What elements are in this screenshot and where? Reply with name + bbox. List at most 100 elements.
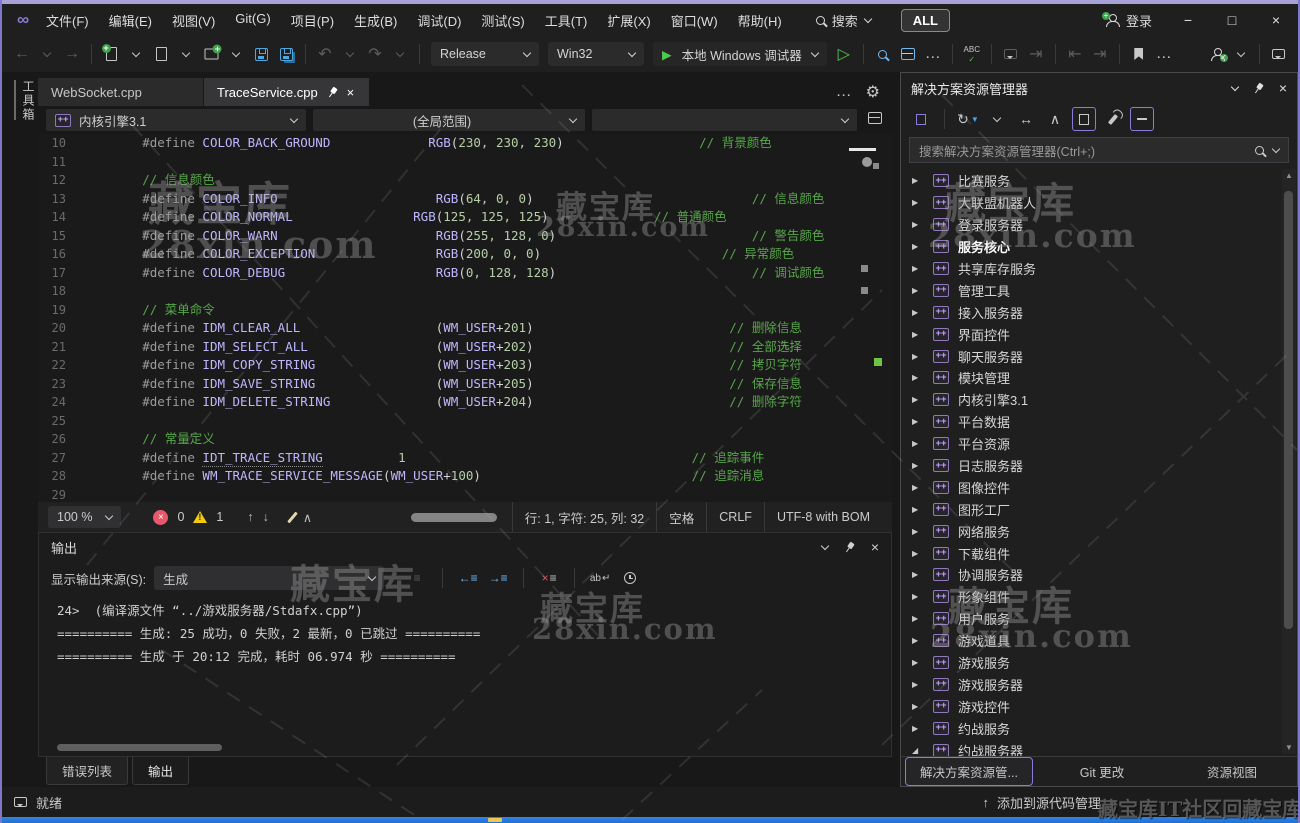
panel-position-chevron-icon[interactable] (1231, 82, 1239, 90)
tree-item-游戏道具[interactable]: ▶++游戏道具 (901, 630, 1297, 652)
menu-item-生成(B)[interactable]: 生成(B) (344, 5, 407, 36)
solution-platform-dropdown[interactable]: Win32 (548, 42, 644, 66)
output-horizontal-scrollbar[interactable] (57, 744, 222, 751)
expander-collapsed-icon[interactable]: ▶ (912, 220, 924, 229)
save-button[interactable] (249, 42, 273, 66)
expander-collapsed-icon[interactable]: ▶ (912, 330, 924, 339)
code-line[interactable]: 25 (38, 412, 892, 431)
expander-collapsed-icon[interactable]: ▶ (912, 439, 924, 448)
code-line[interactable]: 19 // 菜单命令 (38, 301, 892, 320)
scroll-down-icon[interactable]: ▼ (1284, 743, 1294, 752)
menu-item-调试(D)[interactable]: 调试(D) (407, 5, 471, 36)
error-count-icon[interactable]: × (153, 510, 168, 525)
menu-item-工具(T)[interactable]: 工具(T) (535, 5, 598, 36)
expander-collapsed-icon[interactable]: ▶ (912, 242, 924, 251)
document-tab-TraceService.cpp[interactable]: TraceService.cpp× (204, 78, 369, 106)
expander-collapsed-icon[interactable]: ▶ (912, 395, 924, 404)
live-share-button[interactable] (896, 42, 920, 66)
code-line[interactable]: 21 #define IDM_SELECT_ALL (WM_USER+202) … (38, 338, 892, 357)
pin-panel-icon[interactable] (1251, 80, 1266, 95)
sync-selection-button[interactable]: ↔ (1014, 107, 1038, 131)
clear-all-output-icon[interactable]: ×≡ (538, 567, 560, 589)
timestamp-icon[interactable] (619, 567, 641, 589)
minimize-button[interactable]: − (1166, 4, 1210, 36)
menu-item-窗口(W)[interactable]: 窗口(W) (661, 5, 728, 36)
expander-collapsed-icon[interactable]: ▶ (912, 286, 924, 295)
expander-collapsed-icon[interactable]: ▶ (912, 264, 924, 273)
maximize-button[interactable]: □ (1210, 4, 1254, 36)
panel-position-chevron-icon[interactable] (821, 541, 829, 549)
menu-item-Git(G)[interactable]: Git(G) (225, 5, 280, 36)
pin-tab-icon[interactable] (325, 84, 340, 99)
expander-expanded-icon[interactable]: ◢ (912, 746, 924, 755)
expander-collapsed-icon[interactable]: ▶ (912, 505, 924, 514)
comment-button[interactable] (999, 42, 1023, 66)
code-cleanup-pen-icon[interactable] (287, 511, 298, 523)
previous-message-icon[interactable]: ←≡ (457, 567, 479, 589)
code-line[interactable]: 22 #define IDM_COPY_STRING (WM_USER+203)… (38, 356, 892, 375)
bottom-tab-错误列表[interactable]: 错误列表 (46, 757, 128, 785)
line-ending-mode[interactable]: CRLF (706, 502, 764, 532)
expander-collapsed-icon[interactable]: ▶ (912, 308, 924, 317)
expander-collapsed-icon[interactable]: ▶ (912, 461, 924, 470)
tree-item-共享库存服务[interactable]: ▶++共享库存服务 (901, 258, 1297, 280)
tree-item-约战服务器[interactable]: ◢++约战服务器 (901, 739, 1297, 756)
expander-collapsed-icon[interactable]: ▶ (912, 352, 924, 361)
tree-item-平台数据[interactable]: ▶++平台数据 (901, 411, 1297, 433)
feedback-bubble-icon[interactable] (14, 797, 27, 807)
tree-item-服务核心[interactable]: ▶++服务核心 (901, 236, 1297, 258)
code-line[interactable]: 10 #define COLOR_BACK_GROUND RGB(230, 23… (38, 134, 892, 153)
tree-item-管理工具[interactable]: ▶++管理工具 (901, 279, 1297, 301)
all-button[interactable]: ALL (901, 9, 950, 32)
open-file-button[interactable] (149, 42, 173, 66)
increase-indent-button[interactable]: ⇥ (1088, 42, 1112, 66)
tree-item-约战服务[interactable]: ▶++约战服务 (901, 717, 1297, 739)
code-line[interactable]: 14 #define COLOR_NORMAL RGB(125, 125, 12… (38, 208, 892, 227)
scrollbar-thumb-marker[interactable] (849, 148, 876, 151)
editor-horizontal-scrollbar[interactable] (411, 513, 497, 522)
expander-collapsed-icon[interactable]: ▶ (912, 658, 924, 667)
code-line[interactable]: 23 #define IDM_SAVE_STRING (WM_USER+205)… (38, 375, 892, 394)
add-item-dropdown[interactable] (224, 42, 248, 66)
expander-collapsed-icon[interactable]: ▶ (912, 614, 924, 623)
tree-item-日志服务器[interactable]: ▶++日志服务器 (901, 455, 1297, 477)
code-line[interactable]: 29 (38, 486, 892, 503)
switch-views-button[interactable] (909, 107, 933, 131)
tree-item-登录服务器[interactable]: ▶++登录服务器 (901, 214, 1297, 236)
find-in-files-button[interactable] (871, 42, 895, 66)
code-line[interactable]: 26 // 常量定义 (38, 430, 892, 449)
toolbox-tab[interactable]: 工具箱 (20, 80, 37, 787)
tree-item-下载组件[interactable]: ▶++下载组件 (901, 542, 1297, 564)
code-line[interactable]: 17 #define COLOR_DEBUG RGB(0, 128, 128) … (38, 264, 892, 283)
output-text[interactable]: 24> (编译源文件 “../游戏服务器/Stdafx.cpp”)=======… (39, 595, 891, 756)
code-line[interactable]: 20 #define IDM_CLEAR_ALL (WM_USER+201) /… (38, 319, 892, 338)
expander-collapsed-icon[interactable]: ▶ (912, 373, 924, 382)
tree-item-接入服务器[interactable]: ▶++接入服务器 (901, 301, 1297, 323)
code-line[interactable]: 18 (38, 282, 892, 301)
code-line[interactable]: 24 #define IDM_DELETE_STRING (WM_USER+20… (38, 393, 892, 412)
solution-search-box[interactable]: 搜索解决方案资源管理器(Ctrl+;) (909, 137, 1289, 163)
scroll-up-icon[interactable]: ▲ (1284, 171, 1294, 180)
tree-item-用户服务[interactable]: ▶++用户服务 (901, 608, 1297, 630)
expander-collapsed-icon[interactable]: ▶ (912, 570, 924, 579)
menu-item-文件(F)[interactable]: 文件(F) (36, 5, 99, 36)
menu-item-帮助(H)[interactable]: 帮助(H) (728, 5, 792, 36)
expander-collapsed-icon[interactable]: ▶ (912, 527, 924, 536)
expander-collapsed-icon[interactable]: ▶ (912, 198, 924, 207)
document-settings-gear-icon[interactable]: ⚙ (866, 82, 880, 102)
file-encoding[interactable]: UTF-8 with BOM (764, 502, 882, 532)
properties-wrench-button[interactable] (1101, 107, 1125, 131)
title-search[interactable]: 搜索 (808, 7, 879, 34)
warning-count[interactable]: 1 (216, 510, 223, 524)
navigate-forward-button[interactable]: → (60, 42, 84, 66)
menu-item-视图(V)[interactable]: 视图(V) (162, 5, 225, 36)
toolbar-overflow-button-2[interactable]: … (1152, 42, 1176, 66)
zoom-level-dropdown[interactable]: 100 % (48, 506, 121, 528)
error-count[interactable]: 0 (177, 510, 184, 524)
next-message-icon[interactable]: →≡ (487, 567, 509, 589)
tree-item-界面控件[interactable]: ▶++界面控件 (901, 323, 1297, 345)
spell-check-button[interactable]: ABC✓ (960, 42, 984, 66)
code-line[interactable]: 15 #define COLOR_WARN RGB(255, 128, 0) /… (38, 227, 892, 246)
output-source-dropdown[interactable]: 生成 (154, 566, 384, 590)
expander-collapsed-icon[interactable]: ▶ (912, 636, 924, 645)
